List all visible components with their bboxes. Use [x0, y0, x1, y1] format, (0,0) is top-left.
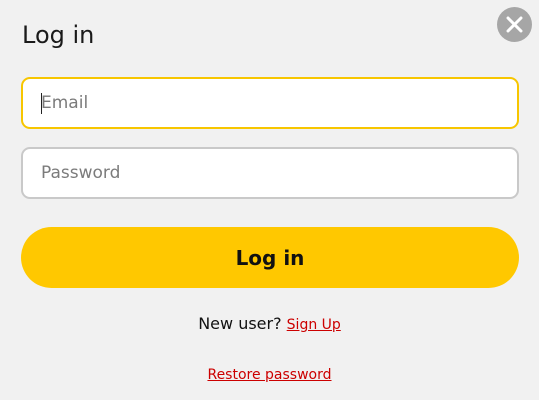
signup-row: New user? Sign Up — [0, 313, 539, 336]
restore-password-link[interactable]: Restore password — [207, 367, 331, 383]
new-user-text: New user? — [198, 314, 282, 333]
close-button[interactable] — [497, 7, 532, 42]
dialog-title: Log in — [22, 21, 95, 49]
password-field[interactable] — [21, 147, 519, 199]
login-button[interactable]: Log in — [21, 227, 519, 288]
restore-row: Restore password — [0, 364, 539, 385]
sign-up-link[interactable]: Sign Up — [287, 317, 341, 333]
email-field[interactable] — [21, 77, 519, 129]
text-caret — [41, 93, 42, 114]
close-icon — [506, 16, 523, 33]
